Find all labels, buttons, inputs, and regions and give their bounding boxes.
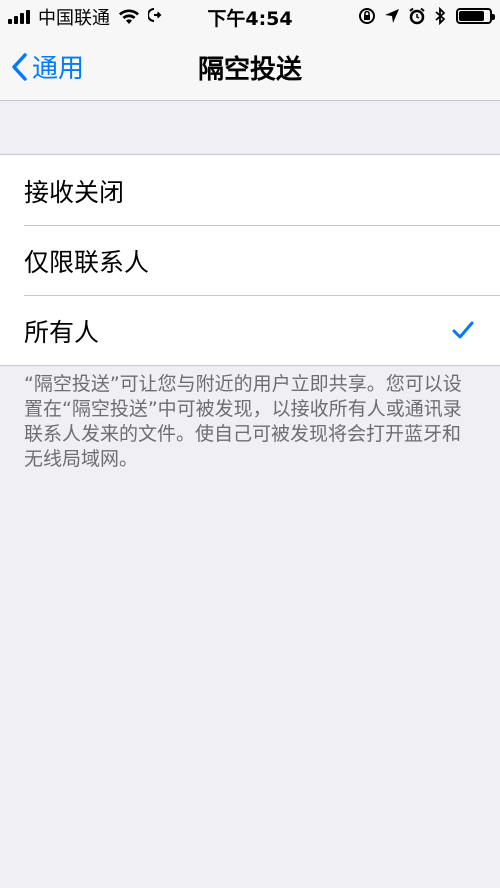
status-bar: 中国联通 下午4:54 bbox=[0, 0, 500, 34]
option-receiving-off[interactable]: 接收关闭 bbox=[0, 155, 500, 225]
battery-level bbox=[459, 11, 484, 21]
option-label: 仅限联系人 bbox=[24, 248, 150, 277]
chevron-left-icon bbox=[12, 52, 27, 81]
back-button[interactable]: 通用 bbox=[10, 48, 84, 85]
navigation-bar: 通用 隔空投送 bbox=[0, 34, 500, 101]
rotation-lock-icon bbox=[358, 7, 376, 25]
back-button-label: 通用 bbox=[32, 54, 85, 84]
checkmark-icon bbox=[452, 321, 474, 343]
alarm-icon bbox=[408, 7, 426, 25]
status-bar-right bbox=[350, 5, 495, 27]
option-label: 接收关闭 bbox=[24, 178, 125, 207]
option-contacts-only[interactable]: 仅限联系人 bbox=[0, 225, 500, 295]
option-label: 所有人 bbox=[24, 318, 100, 347]
battery-icon bbox=[456, 8, 495, 24]
option-everyone[interactable]: 所有人 bbox=[0, 295, 500, 365]
location-icon bbox=[384, 8, 400, 24]
footer-note: “隔空投送”可让您与附近的用户立即共享。您可以设置在“隔空投送”中可被发现，以接… bbox=[24, 373, 462, 470]
receive-options-list: 接收关闭 仅限联系人 所有人 bbox=[0, 154, 500, 366]
airdrop-settings-screen: 中国联通 下午4:54 通用 隔空投送 接收关闭 仅限联系人 所有人 “隔空投送… bbox=[0, 0, 500, 888]
bluetooth-icon bbox=[434, 7, 446, 25]
